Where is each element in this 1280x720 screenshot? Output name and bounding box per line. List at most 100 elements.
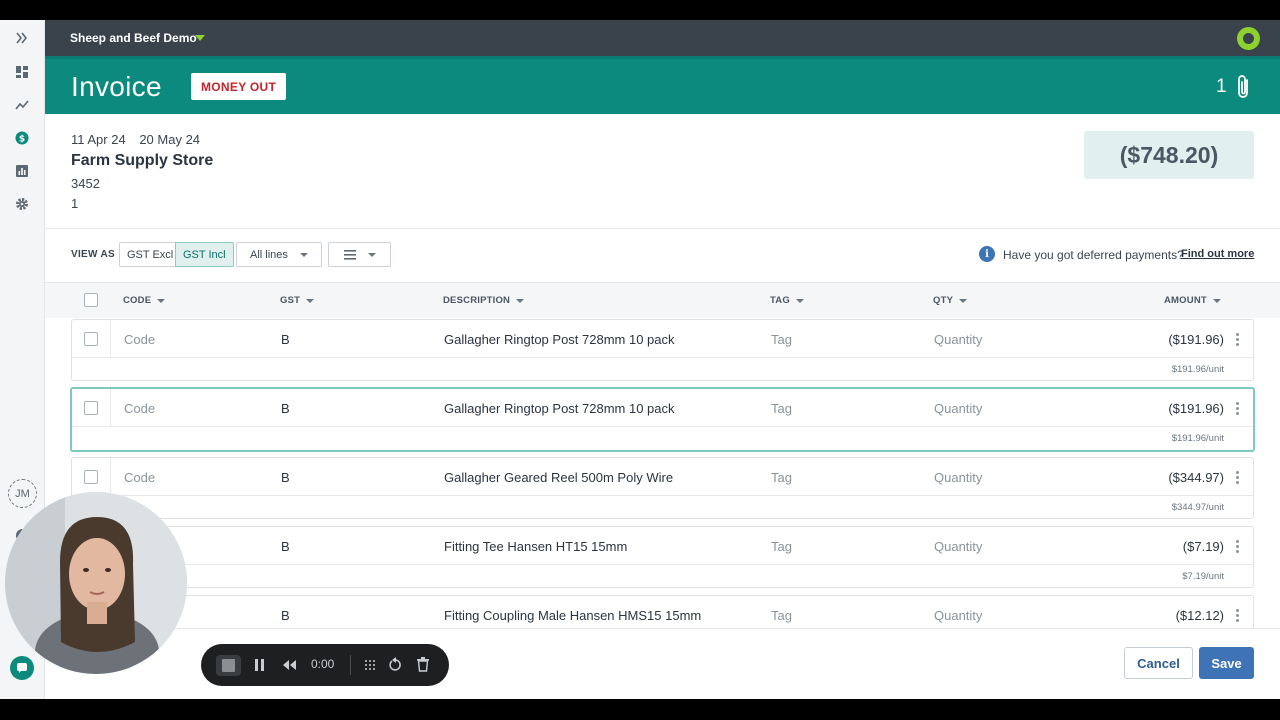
expand-icon[interactable] — [12, 28, 32, 48]
sort-icon — [1212, 298, 1221, 303]
row-menu-icon[interactable] — [1236, 471, 1239, 484]
table-row[interactable]: Code B Gallagher Geared Reel 500m Poly W… — [71, 457, 1254, 519]
lines-filter-dropdown[interactable]: All lines — [236, 242, 322, 267]
description-field[interactable]: Fitting Coupling Male Hansen HMS15 15mm — [444, 608, 701, 623]
code-field[interactable]: Code — [124, 332, 155, 347]
view-as-label: VIEW AS — [71, 249, 115, 260]
column-header-description[interactable]: DESCRIPTION — [443, 295, 525, 306]
reports-icon[interactable] — [12, 161, 32, 181]
tag-field[interactable]: Tag — [771, 401, 792, 416]
cancel-button[interactable]: Cancel — [1124, 647, 1193, 679]
description-field[interactable]: Fitting Tee Hansen HT15 15mm — [444, 539, 627, 554]
column-header-gst[interactable]: GST — [280, 295, 315, 306]
quantity-field[interactable]: Quantity — [934, 539, 982, 554]
tag-field[interactable]: Tag — [771, 608, 792, 623]
info-icon: i — [979, 246, 995, 262]
unit-price: $344.97/unit — [1171, 502, 1224, 513]
settings-icon[interactable] — [12, 194, 32, 214]
amount-field[interactable]: ($12.12) — [1176, 608, 1224, 623]
recorder-controls: 0:00 — [201, 644, 449, 686]
unit-price: $191.96/unit — [1171, 433, 1224, 444]
description-field[interactable]: Gallagher Geared Reel 500m Poly Wire — [444, 470, 673, 485]
unit-price: $191.96/unit — [1171, 364, 1224, 375]
gst-field[interactable]: B — [281, 539, 290, 554]
gst-excl-toggle[interactable]: GST Excl — [119, 242, 182, 267]
quantity-field[interactable]: Quantity — [934, 401, 982, 416]
amount-field[interactable]: ($344.97) — [1168, 470, 1224, 485]
chat-icon[interactable] — [10, 656, 34, 680]
org-switcher[interactable]: Sheep and Beef Demo — [70, 31, 197, 45]
gst-field[interactable]: B — [281, 401, 290, 416]
divider — [45, 228, 1280, 229]
user-avatar[interactable]: JM — [8, 479, 37, 508]
invoice-total: ($748.20) — [1084, 131, 1254, 179]
quantity-field[interactable]: Quantity — [934, 332, 982, 347]
description-field[interactable]: Gallagher Ringtop Post 728mm 10 pack — [444, 401, 675, 416]
column-header-tag[interactable]: TAG — [770, 295, 804, 306]
invoice-number: 1 — [71, 196, 79, 211]
row-checkbox[interactable] — [84, 332, 98, 346]
row-menu-icon[interactable] — [1236, 402, 1239, 415]
grid-icon[interactable] — [363, 658, 377, 672]
tag-field[interactable]: Tag — [771, 470, 792, 485]
amount-field[interactable]: ($191.96) — [1168, 401, 1224, 416]
column-header-qty[interactable]: QTY — [933, 295, 968, 306]
sort-icon — [516, 298, 525, 303]
page-header: Invoice MONEY OUT 1 — [45, 56, 1280, 114]
stop-button[interactable] — [216, 655, 241, 676]
row-menu-icon[interactable] — [1236, 609, 1239, 622]
row-checkbox[interactable] — [84, 470, 98, 484]
code-field[interactable]: Code — [124, 401, 155, 416]
rewind-icon[interactable] — [281, 658, 297, 672]
row-menu-icon[interactable] — [1236, 540, 1239, 553]
table-header: CODE GST DESCRIPTION TAG QTY AMOUNT — [45, 282, 1280, 318]
recording-timer: 0:00 — [311, 657, 335, 671]
brand-logo-icon — [1237, 27, 1260, 50]
webcam-overlay — [5, 492, 187, 674]
column-header-code[interactable]: CODE — [123, 295, 166, 306]
row-checkbox[interactable] — [84, 401, 98, 415]
trash-icon[interactable] — [416, 657, 430, 672]
code-field[interactable]: Code — [124, 470, 155, 485]
quantity-field[interactable]: Quantity — [934, 470, 982, 485]
dashboard-icon[interactable] — [12, 62, 32, 82]
amount-field[interactable]: ($7.19) — [1183, 539, 1224, 554]
sort-icon — [795, 298, 804, 303]
select-all-checkbox[interactable] — [84, 293, 98, 307]
table-row[interactable]: Code B Gallagher Ringtop Post 728mm 10 p… — [71, 319, 1254, 381]
gst-field[interactable]: B — [281, 470, 290, 485]
gst-field[interactable]: B — [281, 608, 290, 623]
restart-icon[interactable] — [389, 657, 403, 672]
divider — [350, 655, 351, 675]
deferred-payments-text: Have you got deferred payments? — [1003, 248, 1184, 262]
chevron-down-icon — [299, 252, 308, 257]
gst-incl-toggle[interactable]: GST Incl — [175, 242, 234, 267]
unit-price: $7.19/unit — [1182, 571, 1224, 582]
trends-icon[interactable] — [12, 95, 32, 115]
pause-icon[interactable] — [254, 658, 266, 672]
lines-filter-label: All lines — [250, 248, 288, 261]
tag-field[interactable]: Tag — [771, 332, 792, 347]
status-badge: MONEY OUT — [191, 73, 287, 100]
amount-field[interactable]: ($191.96) — [1168, 332, 1224, 347]
table-row[interactable]: Code B Fitting Tee Hansen HT15 15mm Tag … — [71, 526, 1254, 588]
money-icon[interactable]: $ — [12, 128, 32, 148]
table-row[interactable]: Code B Gallagher Ringtop Post 728mm 10 p… — [70, 387, 1255, 452]
row-menu-icon[interactable] — [1236, 333, 1239, 346]
chevron-down-icon[interactable] — [195, 35, 205, 41]
attachments-count[interactable]: 1 — [1216, 76, 1227, 98]
due-date: 20 May 24 — [139, 132, 201, 147]
tag-field[interactable]: Tag — [771, 539, 792, 554]
description-field[interactable]: Gallagher Ringtop Post 728mm 10 pack — [444, 332, 675, 347]
chevron-down-icon — [368, 252, 376, 257]
save-button[interactable]: Save — [1199, 647, 1254, 679]
gst-field[interactable]: B — [281, 332, 290, 347]
presenter-video — [5, 492, 187, 674]
invoice-date: 11 Apr 24 — [71, 132, 126, 147]
invoice-dates: 11 Apr 24 20 May 24 — [71, 132, 210, 147]
column-header-amount[interactable]: AMOUNT — [1164, 295, 1221, 306]
columns-dropdown[interactable] — [328, 242, 391, 267]
paperclip-icon[interactable] — [1235, 74, 1253, 100]
quantity-field[interactable]: Quantity — [934, 608, 982, 623]
find-out-more-link[interactable]: Find out more — [1181, 248, 1254, 260]
